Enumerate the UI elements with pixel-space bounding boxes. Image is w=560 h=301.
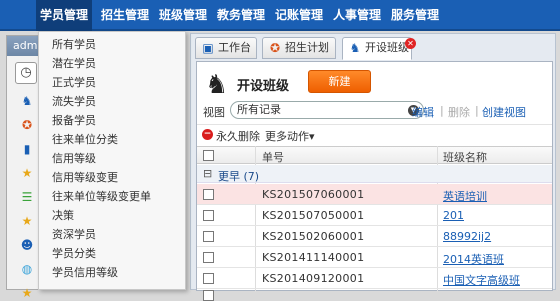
more-actions-button[interactable]: 更多动作▾ (265, 128, 315, 144)
table-row[interactable]: KS201411140001 2014英语班 (197, 247, 552, 268)
row-class-name-link[interactable]: 2014英语班 (443, 251, 504, 267)
row-checkbox[interactable] (203, 290, 214, 301)
row-number: KS201507050001 (262, 209, 365, 222)
menu-item-credit-level[interactable]: 信用等级 (52, 149, 96, 168)
student-management-dropdown: 所有学员 潜在学员 正式学员 流失学员 报备学员 往来单位分类 信用等级 信用等… (38, 31, 186, 290)
star-icon[interactable]: ★ (20, 286, 34, 300)
nav-class-management[interactable]: 班级管理 (154, 0, 212, 31)
row-checkbox[interactable] (203, 189, 214, 200)
nav-service-management[interactable]: 服务管理 (386, 0, 444, 31)
chess-knight-icon[interactable]: ♞ (20, 94, 34, 108)
view-select-value: 所有记录 (237, 103, 281, 116)
row-class-name-link[interactable]: 201 (443, 209, 464, 222)
separator: | (475, 104, 479, 117)
column-header-class-name[interactable]: 班级名称 (443, 149, 487, 165)
select-all-checkbox[interactable] (203, 150, 214, 161)
user-icon[interactable]: ☻ (20, 238, 34, 252)
row-checkbox[interactable] (203, 210, 214, 221)
plan-icon: ✪ (269, 41, 281, 55)
plan-icon[interactable]: ✪ (20, 118, 34, 132)
book-icon[interactable]: ▮ (20, 142, 34, 156)
menu-item-reported-students[interactable]: 报备学员 (52, 111, 96, 130)
tab-enrollment-plan[interactable]: ✪ 招生计划 (262, 37, 336, 59)
content-panel: ♞ 开设班级 新建 视图 所有记录 ▼ 编辑 | 删除 | 创建视图 − 永久删… (196, 61, 553, 301)
row-number: KS201409120001 (262, 272, 365, 285)
table-row[interactable]: KS201507060001 英语培训 (197, 184, 552, 205)
menu-item-unit-category[interactable]: 往来单位分类 (52, 130, 118, 149)
close-tab-icon[interactable]: ✕ (405, 38, 416, 49)
view-label: 视图 (203, 106, 225, 119)
menu-item-potential-students[interactable]: 潜在学员 (52, 54, 96, 73)
globe-icon[interactable]: ◍ (20, 262, 34, 276)
main-area: ▣ 工作台 ✪ 招生计划 ♞ 开设班级 ✕ ♞ 开设班级 新建 视图 所有记录 … (190, 33, 556, 301)
menu-item-formal-students[interactable]: 正式学员 (52, 73, 96, 92)
star-icon[interactable]: ★ (20, 166, 34, 180)
menu-item-credit-level-change[interactable]: 信用等级变更 (52, 168, 118, 187)
table-row[interactable]: KS201507050001 201 (197, 205, 552, 226)
row-class-name-link[interactable]: 88992ij2 (443, 230, 491, 243)
action-toolbar: − 永久删除 更多动作▾ (197, 124, 552, 144)
chess-knight-icon: ♞ (205, 70, 229, 100)
top-nav-bar: 学员管理 招生管理 班级管理 教务管理 记账管理 人事管理 服务管理 (0, 0, 560, 31)
create-view-link[interactable]: 创建视图 (482, 104, 526, 120)
monitor-icon: ▣ (202, 41, 214, 55)
row-class-name-link[interactable]: 中国文字高级班 (443, 272, 520, 288)
list-icon[interactable]: ☰ (20, 190, 34, 204)
menu-item-student-credit-level[interactable]: 学员信用等级 (52, 263, 118, 282)
row-checkbox[interactable] (203, 273, 214, 284)
nav-accounting-management[interactable]: 记账管理 (270, 0, 328, 31)
column-header-number[interactable]: 单号 (262, 149, 284, 165)
nav-teaching-management[interactable]: 教务管理 (212, 0, 270, 31)
table-row[interactable]: KS201502060001 88992ij2 (197, 226, 552, 247)
row-number: KS201507060001 (262, 188, 365, 201)
delete-icon: − (202, 129, 213, 140)
nav-enrollment-management[interactable]: 招生管理 (96, 0, 154, 31)
menu-item-lost-students[interactable]: 流失学员 (52, 92, 96, 111)
new-button[interactable]: 新建 (308, 70, 371, 93)
group-label: 更早 (7) (218, 170, 260, 183)
menu-item-decision[interactable]: 决策 (52, 206, 74, 225)
tab-workbench[interactable]: ▣ 工作台 (195, 37, 257, 59)
separator: | (440, 104, 444, 117)
edit-view-link[interactable]: 编辑 (412, 104, 434, 120)
chess-knight-icon: ♞ (349, 41, 361, 55)
page-title: 开设班级 (237, 79, 290, 94)
delete-view-link[interactable]: 删除 (448, 104, 470, 120)
clock-icon[interactable]: ◷ (15, 62, 37, 84)
view-select[interactable]: 所有记录 ▼ (230, 101, 424, 119)
chevron-down-icon: ▾ (309, 130, 315, 143)
group-row[interactable]: ⊟ 更早 (7) (197, 165, 552, 183)
table-row[interactable]: KS201409120001 中国文字高级班 (197, 268, 552, 289)
row-checkbox[interactable] (203, 252, 214, 263)
menu-item-all-students[interactable]: 所有学员 (52, 35, 96, 54)
tab-open-class[interactable]: ♞ 开设班级 (342, 37, 412, 60)
table-header: 单号 班级名称 (197, 146, 552, 164)
menu-item-unit-level-change-form[interactable]: 往来单位等级变更单 (52, 187, 151, 206)
menu-item-senior-students[interactable]: 资深学员 (52, 225, 96, 244)
menu-item-student-category[interactable]: 学员分类 (52, 244, 96, 263)
nav-student-management[interactable]: 学员管理 (36, 0, 92, 31)
row-class-name-link[interactable]: 英语培训 (443, 188, 487, 204)
star-icon[interactable]: ★ (20, 214, 34, 228)
row-number: KS201411140001 (262, 251, 365, 264)
permanent-delete-button[interactable]: 永久删除 (216, 128, 260, 144)
table-row[interactable] (197, 289, 552, 301)
collapse-icon[interactable]: ⊟ (203, 167, 212, 180)
row-number: KS201502060001 (262, 230, 365, 243)
row-checkbox[interactable] (203, 231, 214, 242)
nav-hr-management[interactable]: 人事管理 (328, 0, 386, 31)
